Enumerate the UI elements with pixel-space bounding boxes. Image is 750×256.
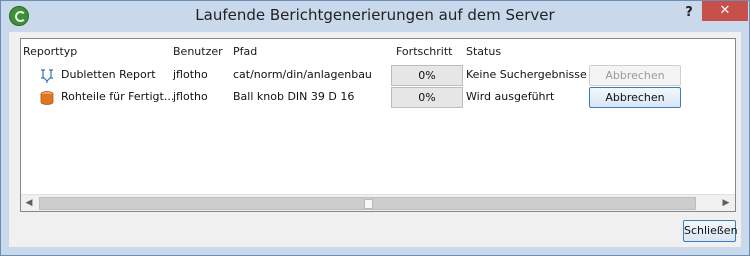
- window-close-button[interactable]: ✕: [702, 1, 748, 21]
- window-title: Laufende Berichtgenerierungen auf dem Se…: [195, 6, 555, 24]
- status-cell: Wird ausgeführt: [466, 90, 555, 103]
- close-button[interactable]: Schließen: [683, 220, 738, 242]
- scrollbar-thumb[interactable]: [39, 197, 696, 210]
- progress-bar: 0%: [391, 87, 463, 108]
- report-list[interactable]: Reporttyp Benutzer Pfad Fortschritt Stat…: [20, 38, 736, 212]
- pfad-cell: Ball knob DIN 39 D 16: [233, 90, 355, 103]
- duplicate-report-icon: [41, 69, 53, 83]
- reporttyp-cell: Rohteile für Fertigt...: [61, 90, 175, 103]
- cancel-button: Abbrechen: [589, 65, 681, 86]
- horizontal-scrollbar[interactable]: ◀ ▶: [21, 194, 735, 211]
- progress-bar: 0%: [391, 65, 463, 86]
- help-button[interactable]: ?: [677, 3, 701, 23]
- scroll-left-icon[interactable]: ◀: [21, 195, 37, 211]
- status-cell: Keine Suchergebnisse: [466, 68, 587, 81]
- cancel-button[interactable]: Abbrechen: [589, 87, 681, 108]
- raw-part-icon: [40, 91, 54, 105]
- scrollbar-grip-icon: [364, 199, 373, 209]
- dialog-body: Reporttyp Benutzer Pfad Fortschritt Stat…: [9, 32, 741, 247]
- pfad-cell: cat/norm/din/anlagenbau: [233, 68, 372, 81]
- column-header-reporttyp[interactable]: Reporttyp: [23, 45, 77, 58]
- table-row[interactable]: Rohteile für Fertigt... jflotho Ball kno…: [21, 87, 735, 109]
- column-header-benutzer[interactable]: Benutzer: [173, 45, 223, 58]
- title-bar[interactable]: Laufende Berichtgenerierungen auf dem Se…: [1, 1, 749, 31]
- column-header-fortschritt[interactable]: Fortschritt: [396, 45, 452, 58]
- column-header-pfad[interactable]: Pfad: [233, 45, 257, 58]
- scroll-right-icon[interactable]: ▶: [718, 195, 734, 211]
- benutzer-cell: jflotho: [173, 90, 208, 103]
- dialog-window: Laufende Berichtgenerierungen auf dem Se…: [0, 0, 750, 256]
- column-header-status[interactable]: Status: [466, 45, 501, 58]
- reporttyp-cell: Dubletten Report: [61, 68, 156, 81]
- table-row[interactable]: Dubletten Report jflotho cat/norm/din/an…: [21, 65, 735, 87]
- benutzer-cell: jflotho: [173, 68, 208, 81]
